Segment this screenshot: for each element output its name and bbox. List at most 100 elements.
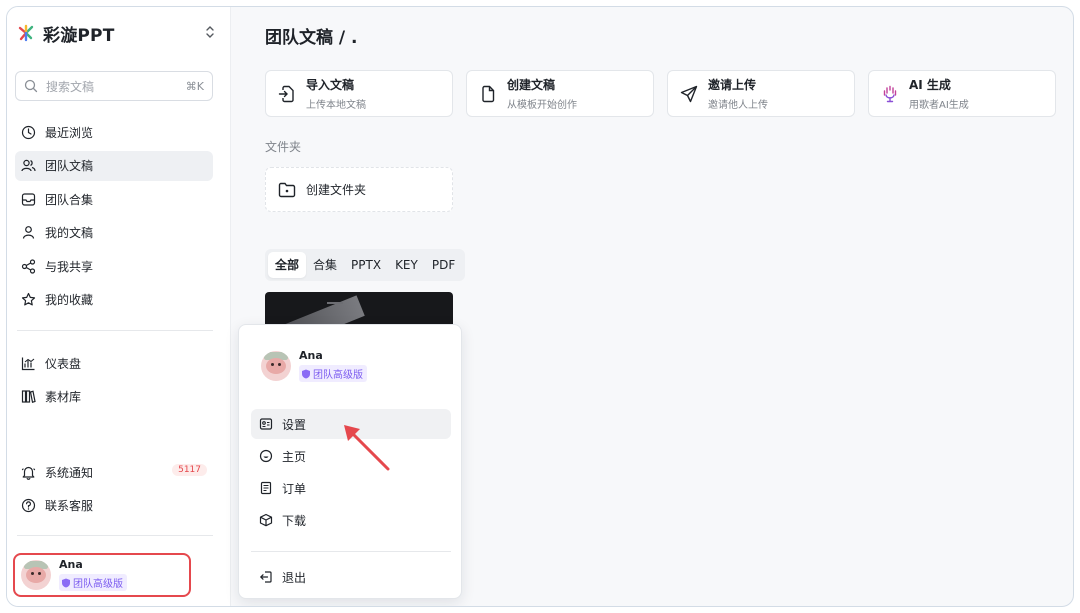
- sidebar-tools: 仪表盘 素材库: [15, 348, 213, 415]
- sidebar-item-label: 团队合集: [45, 192, 94, 207]
- home-icon: [259, 449, 273, 463]
- search-input[interactable]: 搜索文稿 ⌘K: [15, 71, 213, 101]
- sidebar-nav: 最近浏览 团队文稿 团队合集 我的文稿 与我共享 我的收藏: [15, 117, 213, 318]
- invite-upload-button[interactable]: 邀请上传 邀请他人上传: [667, 70, 855, 117]
- send-icon: [680, 85, 698, 102]
- sidebar-item-team-collections[interactable]: 团队合集: [15, 184, 213, 214]
- filter-pdf[interactable]: PDF: [425, 252, 462, 278]
- avatar: [21, 560, 51, 590]
- sidebar-item-label: 最近浏览: [45, 125, 94, 140]
- action-subtitle: 邀请他人上传: [708, 100, 768, 111]
- sidebar-item-label: 我的文稿: [45, 226, 94, 240]
- sidebar: 彩漩PPT 搜索文稿 ⌘K 最近浏览 团队文稿 团队合集 我的文稿 与我共享 我…: [7, 7, 231, 606]
- sidebar-item-label: 仪表盘: [45, 356, 82, 371]
- search-placeholder: 搜索文稿: [46, 79, 95, 94]
- star-icon: [21, 292, 36, 306]
- create-doc-button[interactable]: 创建文稿 从模板开始创作: [466, 70, 654, 117]
- action-title: 邀请上传: [708, 78, 757, 92]
- sidebar-footer: 系统通知 5117 联系客服: [15, 457, 213, 524]
- clock-icon: [21, 125, 36, 139]
- menu-item-label: 主页: [282, 449, 307, 464]
- library-icon: [21, 390, 36, 403]
- sidebar-item-favorites[interactable]: 我的收藏: [15, 285, 213, 315]
- action-title: 导入文稿: [306, 78, 355, 92]
- user-name: Ana: [299, 349, 323, 362]
- sidebar-item-label: 我的收藏: [45, 293, 94, 307]
- sidebar-item-my-docs[interactable]: 我的文稿: [15, 218, 213, 248]
- user-name: Ana: [59, 558, 83, 572]
- menu-item-label: 设置: [282, 417, 307, 432]
- menu-item-orders[interactable]: 订单: [251, 473, 451, 503]
- chevron-updown-icon[interactable]: [203, 23, 217, 43]
- annotation-arrow-icon: [344, 425, 390, 471]
- sidebar-item-dashboard[interactable]: 仪表盘: [15, 348, 213, 378]
- ai-icon: [883, 85, 897, 102]
- sidebar-item-label: 系统通知: [45, 465, 94, 480]
- sidebar-item-label: 团队文稿: [45, 159, 94, 173]
- plan-label: 团队高级版: [73, 579, 123, 591]
- action-subtitle: 上传本地文稿: [306, 100, 366, 111]
- page-title: 团队文稿 / .: [265, 28, 358, 48]
- sidebar-item-support[interactable]: 联系客服: [15, 491, 213, 521]
- sidebar-item-label: 与我共享: [45, 259, 94, 274]
- team-icon: [21, 159, 36, 172]
- menu-item-label: 下载: [282, 513, 307, 528]
- filter-key[interactable]: KEY: [388, 252, 425, 278]
- action-title: 创建文稿: [507, 78, 556, 92]
- sidebar-item-library[interactable]: 素材库: [15, 382, 213, 412]
- search-shortcut: ⌘K: [185, 79, 204, 93]
- menu-item-label: 退出: [282, 570, 307, 585]
- plan-badge: 团队高级版: [59, 574, 127, 592]
- create-folder-button[interactable]: 创建文件夹: [265, 167, 453, 212]
- plan-label: 团队高级版: [313, 370, 363, 381]
- sidebar-item-label: 素材库: [45, 390, 82, 404]
- user-icon: [22, 226, 35, 239]
- file-icon: [482, 85, 495, 102]
- shield-icon: [62, 578, 70, 588]
- notification-count-badge: 5117: [172, 464, 207, 476]
- ai-generate-button[interactable]: AI 生成 用歌者AI生成: [868, 70, 1056, 117]
- filter-pptx[interactable]: PPTX: [344, 252, 388, 278]
- file-type-filter: 全部 合集 PPTX KEY PDF: [265, 249, 466, 281]
- import-doc-button[interactable]: 导入文稿 上传本地文稿: [265, 70, 453, 117]
- download-icon: [259, 513, 273, 527]
- menu-item-logout[interactable]: 退出: [251, 562, 451, 592]
- menu-item-label: 订单: [282, 481, 307, 496]
- share-icon: [21, 258, 36, 274]
- shield-icon: [302, 369, 310, 378]
- collection-icon: [21, 192, 36, 206]
- app-window: 彩漩PPT 搜索文稿 ⌘K 最近浏览 团队文稿 团队合集 我的文稿 与我共享 我…: [6, 6, 1074, 607]
- order-icon: [260, 481, 272, 495]
- brand-logo-icon: [18, 24, 34, 42]
- sidebar-item-team-docs[interactable]: 团队文稿: [15, 150, 213, 181]
- folder-section-title: 文件夹: [265, 140, 302, 154]
- menu-item-downloads[interactable]: 下载: [251, 505, 451, 535]
- search-icon: [24, 79, 38, 93]
- create-folder-label: 创建文件夹: [306, 183, 367, 197]
- brand-switcher[interactable]: 彩漩PPT: [17, 21, 217, 46]
- avatar: [261, 350, 291, 381]
- sidebar-divider: [17, 535, 213, 536]
- menu-user-header: Ana 团队高级版: [261, 349, 367, 383]
- plan-badge: 团队高级版: [299, 365, 367, 382]
- sidebar-item-label: 联系客服: [45, 499, 94, 513]
- sidebar-item-recent[interactable]: 最近浏览: [15, 117, 213, 147]
- sidebar-divider: [17, 330, 213, 331]
- bell-icon: [21, 466, 36, 480]
- folder-add-icon: [278, 182, 296, 197]
- dashboard-icon: [21, 357, 35, 370]
- help-icon: [21, 498, 36, 513]
- action-subtitle: 从模板开始创作: [507, 100, 577, 111]
- filter-collection[interactable]: 合集: [306, 252, 344, 278]
- action-subtitle: 用歌者AI生成: [909, 100, 969, 111]
- settings-icon: [259, 418, 273, 430]
- filter-all[interactable]: 全部: [268, 252, 307, 278]
- user-profile-button[interactable]: Ana 团队高级版: [13, 553, 191, 597]
- menu-divider: [251, 551, 451, 552]
- logout-icon: [259, 571, 272, 583]
- import-icon: [278, 85, 294, 102]
- brand-name: 彩漩PPT: [43, 25, 115, 46]
- action-title: AI 生成: [909, 78, 951, 92]
- sidebar-item-shared[interactable]: 与我共享: [15, 251, 213, 281]
- sidebar-item-notifications[interactable]: 系统通知 5117: [15, 457, 213, 487]
